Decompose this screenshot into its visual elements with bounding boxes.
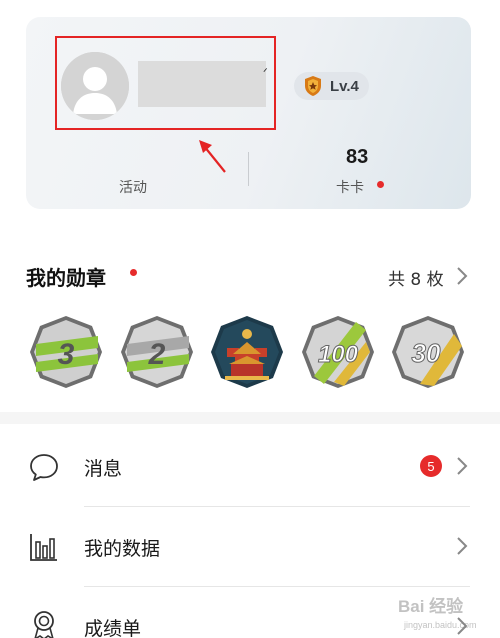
- medal-text: 3: [58, 338, 75, 371]
- baidu-jingyan-watermark: Bai 经验 jingyan.baidu.com: [398, 592, 498, 636]
- section-divider: [0, 412, 500, 424]
- medals-notification-dot: [130, 269, 137, 276]
- watermark-main-text: Bai 经验: [398, 597, 464, 616]
- award-ribbon-icon: [34, 611, 54, 638]
- menu-item-my-data[interactable]: 我的数据: [0, 508, 500, 586]
- medal-2-icon: 2: [121, 316, 193, 388]
- menu-item-label: 消息: [84, 458, 123, 480]
- medals-title: 我的勋章: [26, 266, 106, 290]
- kaka-notification-dot: [377, 181, 384, 188]
- level-badge[interactable]: Lv.4: [294, 72, 369, 100]
- chat-bubble-icon: [30, 454, 58, 481]
- level-label: Lv.4: [330, 77, 359, 95]
- row-divider: [84, 586, 470, 587]
- menu-item-label: 我的数据: [84, 538, 161, 560]
- medal-run-3[interactable]: 3: [28, 314, 104, 390]
- medal-run-100[interactable]: 100: [300, 314, 376, 390]
- kaka-value[interactable]: 83: [346, 146, 368, 169]
- row-divider: [84, 506, 470, 507]
- medal-palace[interactable]: [209, 314, 285, 390]
- medal-text: 2: [148, 338, 166, 371]
- chevron-right-icon: [457, 537, 468, 555]
- stats-divider: [248, 152, 249, 186]
- medal-text: 100: [318, 341, 359, 368]
- medals-count-link[interactable]: 共 8 枚: [388, 265, 444, 290]
- medal-30-icon: 30: [392, 316, 464, 388]
- bar-chart-icon: [30, 534, 57, 561]
- message-count-badge: 5: [420, 455, 442, 477]
- medal-run-2[interactable]: 2: [119, 314, 195, 390]
- annotation-highlight-box: [55, 36, 276, 130]
- watermark-url-text: jingyan.baidu.com: [404, 620, 477, 630]
- medal-palace-icon: [211, 316, 283, 388]
- medal-run-30[interactable]: 30: [390, 314, 466, 390]
- menu-item-messages[interactable]: 消息 5: [0, 428, 500, 506]
- medal-text: 30: [412, 338, 441, 368]
- medal-3-icon: 3: [30, 316, 102, 388]
- chevron-right-icon[interactable]: [455, 266, 469, 286]
- kaka-stat-label[interactable]: 卡卡: [336, 177, 364, 197]
- annotation-arrow-icon: [199, 140, 226, 173]
- medal-100-icon: 100: [302, 316, 374, 388]
- level-shield-icon: [305, 76, 321, 96]
- activity-stat[interactable]: 活动: [119, 177, 147, 197]
- chevron-right-icon: [457, 457, 468, 475]
- menu-item-label: 成绩单: [84, 618, 142, 638]
